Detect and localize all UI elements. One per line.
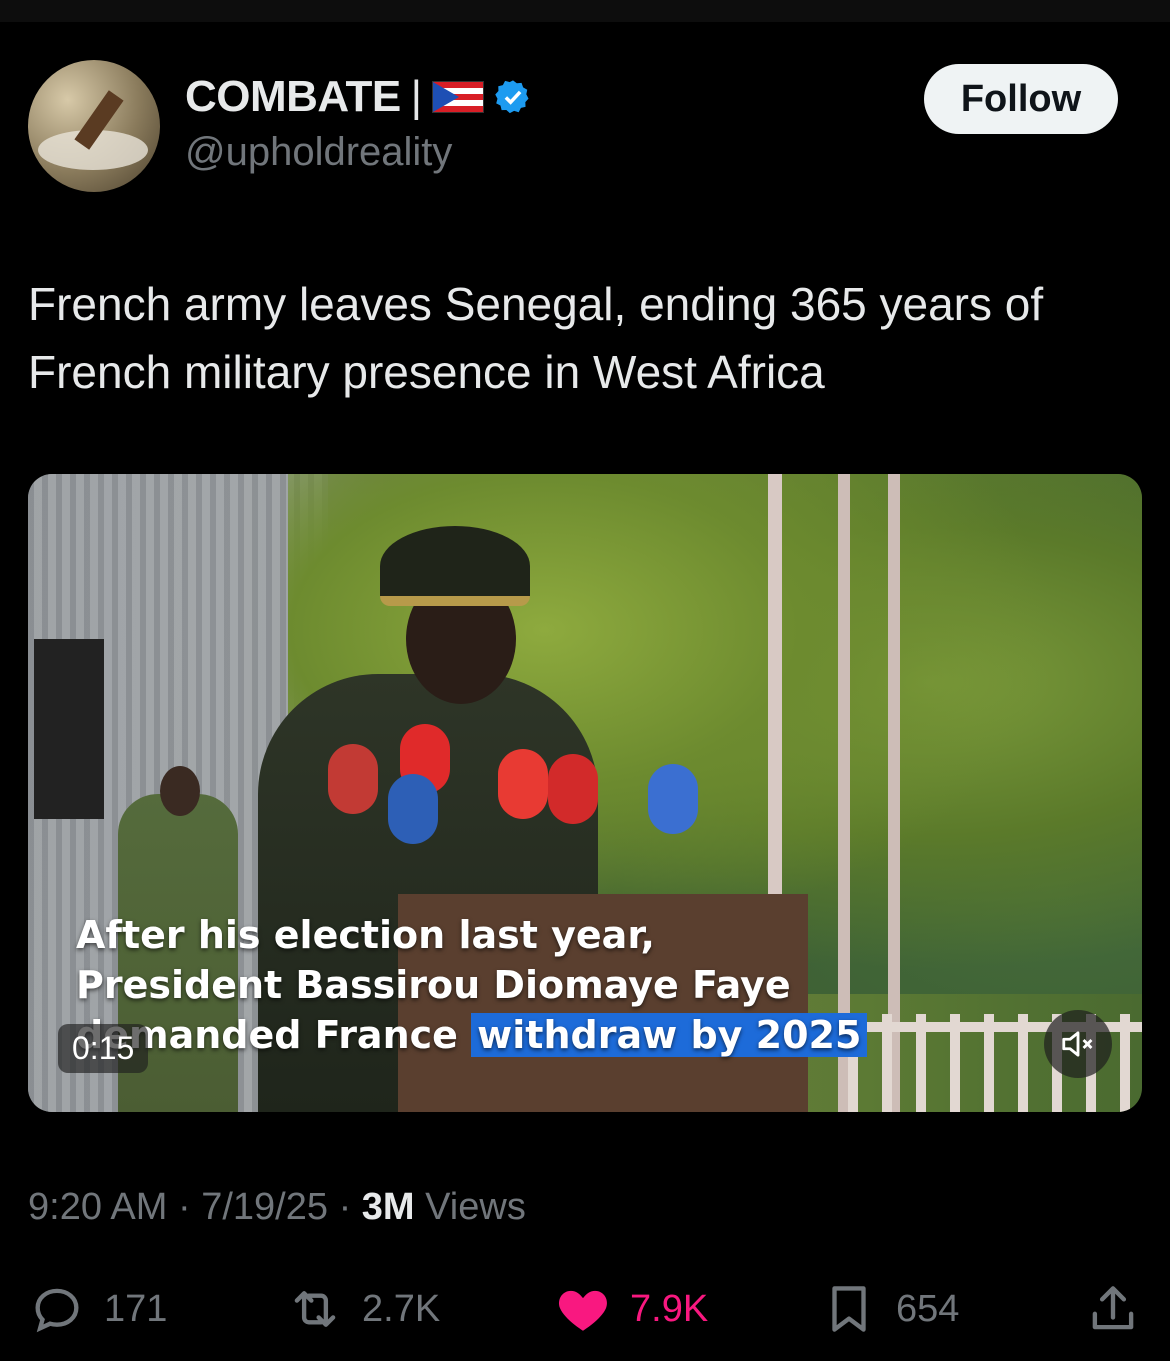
video-bg-speaker (34, 639, 104, 819)
tweet-date[interactable]: 7/19/25 (201, 1186, 328, 1228)
verified-badge-icon (494, 80, 529, 114)
video-soldier-head (160, 766, 200, 816)
reply-count: 171 (104, 1287, 168, 1330)
bookmark-icon (832, 1286, 866, 1332)
microphone (388, 774, 438, 844)
caption-line: After his election last year, (76, 913, 655, 957)
action-bar: 171 2.7K 7.9K 654 (28, 1280, 1142, 1344)
views-count: 3M (361, 1186, 415, 1228)
puerto-rico-flag-icon (431, 81, 484, 113)
author-row: COMBATE | (185, 72, 532, 122)
microphone (498, 749, 548, 819)
status-bar (0, 0, 1170, 22)
mute-button[interactable] (1044, 1010, 1112, 1078)
like-button[interactable]: 7.9K (554, 1280, 708, 1338)
follow-button[interactable]: Follow (924, 64, 1118, 134)
video-timer: 0:15 (58, 1024, 149, 1073)
microphone (648, 764, 698, 834)
author-name[interactable]: COMBATE (185, 72, 401, 122)
microphone (548, 754, 598, 824)
meta-dot: · (177, 1186, 191, 1228)
meta-dot: · (338, 1186, 352, 1228)
author-handle[interactable]: @upholdreality (185, 130, 452, 175)
bookmark-count: 654 (896, 1287, 960, 1330)
tweet-meta: 9:20 AM · 7/19/25 · 3M Views (28, 1186, 526, 1229)
video-general-cap (380, 526, 530, 606)
repost-count: 2.7K (362, 1287, 441, 1330)
name-separator: | (410, 72, 422, 121)
caption-line: President Bassirou Diomaye Faye (76, 963, 791, 1007)
tweet-time[interactable]: 9:20 AM (28, 1186, 167, 1228)
repost-icon (294, 1291, 336, 1327)
reply-icon (35, 1288, 79, 1333)
share-icon (1092, 1286, 1134, 1330)
avatar[interactable] (28, 60, 160, 192)
video-player[interactable]: After his election last year, President … (28, 474, 1142, 1112)
repost-button[interactable]: 2.7K (286, 1280, 440, 1338)
reply-button[interactable]: 171 (28, 1280, 167, 1338)
bookmark-button[interactable]: 654 (820, 1280, 959, 1338)
like-count: 7.9K (630, 1287, 709, 1330)
microphone (328, 744, 378, 814)
heart-filled-icon (559, 1290, 607, 1331)
share-button[interactable] (1084, 1280, 1142, 1338)
views-label: Views (425, 1186, 526, 1228)
video-caption: After his election last year, President … (76, 910, 868, 1060)
caption-line: demanded France withdraw by 2025 (76, 1010, 868, 1060)
speaker-muted-icon (1062, 1031, 1093, 1057)
caption-highlight: withdraw by 2025 (471, 1013, 868, 1057)
tweet-text: French army leaves Senegal, ending 365 y… (28, 278, 1044, 398)
